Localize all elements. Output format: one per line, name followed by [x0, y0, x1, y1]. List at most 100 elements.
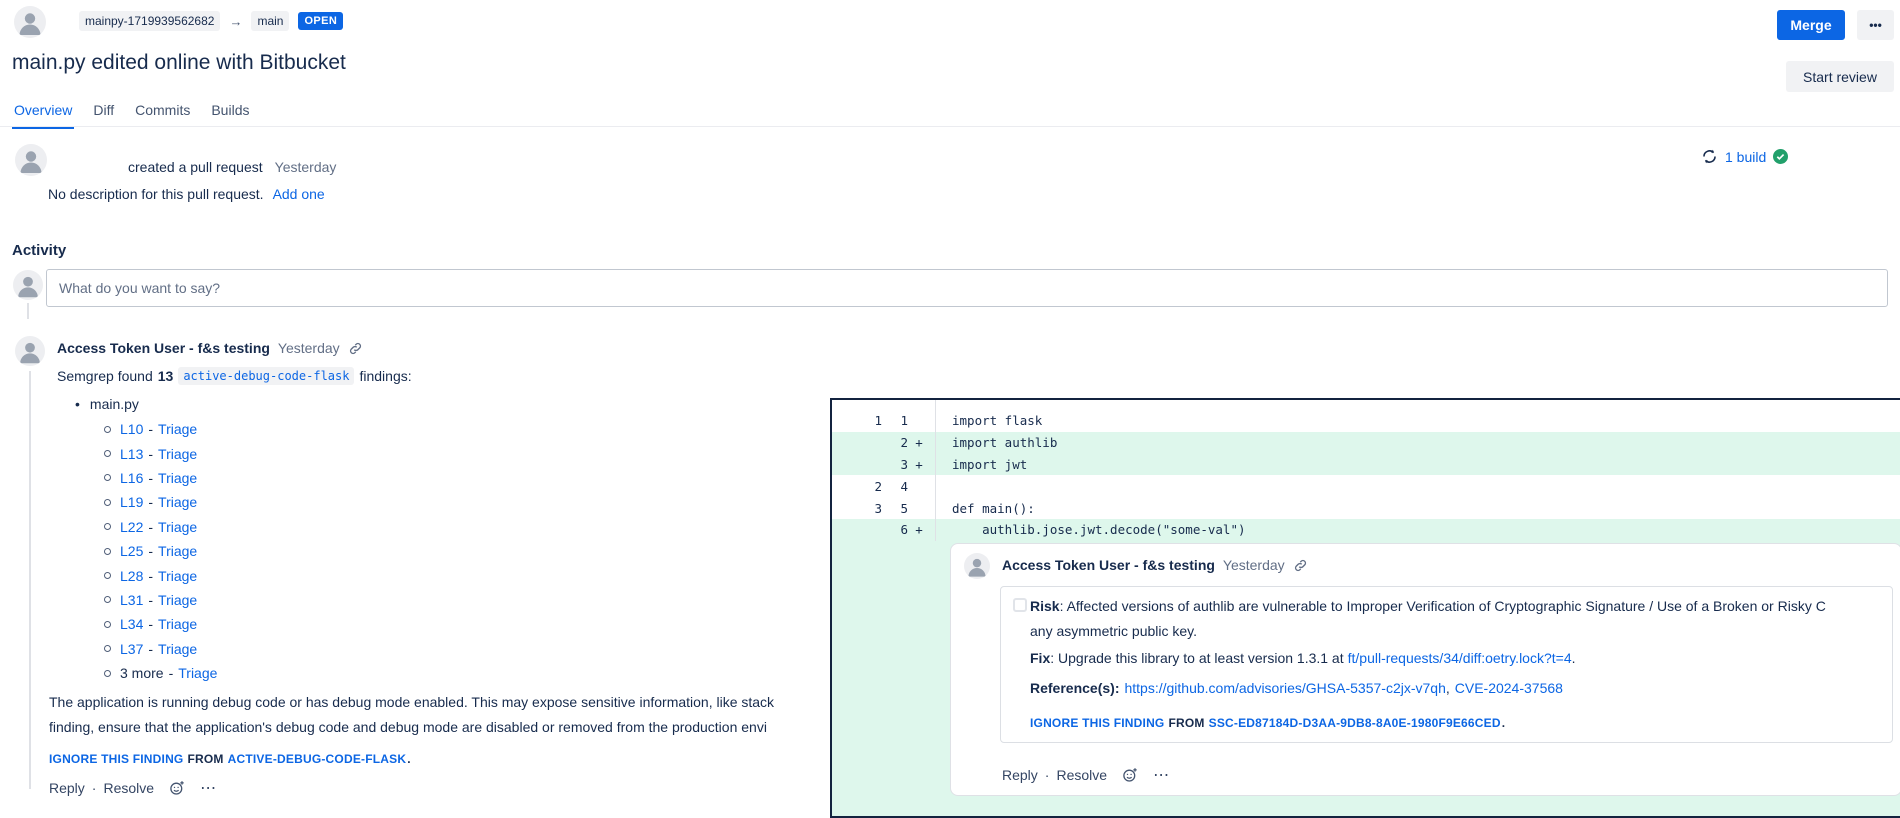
finding-line-link[interactable]: L22 — [120, 519, 143, 535]
pr-tabs: Overview Diff Commits Builds — [12, 102, 251, 129]
diff-lines: 1 1 import flask 2 + import authlib 3 + … — [832, 410, 1900, 541]
inline-comment-actions-row: Reply · Resolve ⋯ — [1002, 765, 1170, 785]
tab-diff[interactable]: Diff — [91, 102, 116, 129]
finding-line-link[interactable]: L34 — [120, 616, 143, 632]
permalink-icon[interactable] — [348, 341, 363, 356]
finding-description: The application is running debug code or… — [49, 690, 774, 740]
code-text: import authlib — [930, 435, 1057, 450]
new-line-number: 5 — [882, 501, 908, 516]
finding-separator: - — [148, 592, 153, 608]
finding-line-link[interactable]: L37 — [120, 641, 143, 657]
finding-line-link[interactable]: L25 — [120, 543, 143, 559]
status-badge: OPEN — [298, 12, 343, 30]
diff-line-row[interactable]: 2 4 — [832, 475, 1900, 497]
add-reaction-icon[interactable] — [1122, 767, 1138, 783]
diff-line-row[interactable]: 2 + import authlib — [832, 432, 1900, 454]
inline-comment-timestamp: Yesterday — [1223, 557, 1285, 573]
inline-comment-author: Access Token User - f&s testing — [1002, 557, 1215, 573]
finding-checkbox[interactable] — [1013, 598, 1027, 612]
reference-link-2[interactable]: CVE-2024-37568 — [1455, 680, 1563, 696]
add-reaction-icon[interactable] — [169, 780, 185, 796]
added-marker: + — [908, 522, 930, 537]
finding-separator: - — [148, 470, 153, 486]
tab-commits[interactable]: Commits — [133, 102, 192, 129]
ignore-rule-link[interactable]: SSC-ED87184D-D3AA-9DB8-8A0E-1980F9E66CED — [1209, 716, 1501, 730]
finding-triage-link[interactable]: Triage — [158, 519, 197, 535]
resolve-link[interactable]: Resolve — [103, 780, 154, 796]
comment-more-icon[interactable]: ⋯ — [200, 778, 217, 798]
finding-list-item: L28 - Triage — [104, 563, 217, 587]
no-description-text: No description for this pull request. — [48, 186, 264, 202]
finding-triage-link[interactable]: Triage — [178, 665, 217, 681]
period: . — [407, 752, 411, 766]
description-line-2: finding, ensure that the application's d… — [49, 715, 774, 740]
reply-link[interactable]: Reply — [49, 780, 85, 796]
fix-link[interactable]: ft/pull-requests/34/diff:oetry.lock?t=4 — [1348, 650, 1572, 666]
hollow-bullet-icon — [104, 450, 111, 457]
comment-input[interactable] — [46, 269, 1888, 307]
more-actions-button[interactable]: ••• — [1857, 10, 1894, 40]
page-title: main.py edited online with Bitbucket — [12, 51, 346, 75]
reply-link[interactable]: Reply — [1002, 767, 1038, 783]
diff-line-row[interactable]: 3 + import jwt — [832, 454, 1900, 476]
tab-overview[interactable]: Overview — [12, 102, 74, 129]
pr-author-avatar — [14, 6, 46, 38]
old-line-number: 3 — [832, 501, 882, 516]
finding-triage-link[interactable]: Triage — [158, 446, 197, 462]
reference-link-1[interactable]: https://github.com/advisories/GHSA-5357-… — [1124, 680, 1445, 696]
fix-label: Fix — [1030, 650, 1050, 666]
finding-triage-link[interactable]: Triage — [158, 641, 197, 657]
old-line-number: 2 — [832, 479, 882, 494]
ignore-finding-link[interactable]: IGNORE THIS FINDING — [1030, 716, 1164, 730]
resolve-link[interactable]: Resolve — [1056, 767, 1107, 783]
thread-connector — [27, 303, 29, 319]
ignore-finding-row: IGNORE THIS FINDING FROM ACTIVE-DEBUG-CO… — [49, 752, 411, 766]
finding-list-item: 3 more - Triage — [104, 661, 217, 685]
comment-author-avatar — [15, 336, 45, 366]
diff-line-row[interactable]: 6 + authlib.jose.jwt.decode("some-val") — [832, 519, 1900, 541]
risk-line: Risk: Affected versions of authlib are v… — [1030, 596, 1892, 616]
finding-line-link[interactable]: L10 — [120, 421, 143, 437]
finding-triage-link[interactable]: Triage — [158, 421, 197, 437]
finding-triage-link[interactable]: Triage — [158, 616, 197, 632]
finding-separator: - — [148, 543, 153, 559]
fix-text: : Upgrade this library to at least versi… — [1050, 650, 1343, 666]
merge-button[interactable]: Merge — [1777, 10, 1845, 40]
finding-line-link[interactable]: L16 — [120, 470, 143, 486]
finding-list-item: L19 - Triage — [104, 490, 217, 514]
finding-list-item: L25 - Triage — [104, 539, 217, 563]
diff-line-row[interactable]: 1 1 import flask — [832, 410, 1900, 432]
comment-more-icon[interactable]: ⋯ — [1153, 765, 1170, 785]
references-line: Reference(s):https://github.com/advisori… — [1030, 678, 1892, 698]
permalink-icon[interactable] — [1293, 558, 1308, 573]
start-review-button[interactable]: Start review — [1786, 61, 1894, 92]
finding-line-link[interactable]: L31 — [120, 592, 143, 608]
build-count-link[interactable]: 1 build — [1725, 149, 1766, 165]
code-text: authlib.jose.jwt.decode("some-val") — [930, 522, 1246, 537]
finding-triage-link[interactable]: Triage — [158, 494, 197, 510]
finding-line-link[interactable]: L28 — [120, 568, 143, 584]
risk-label: Risk — [1030, 598, 1060, 614]
finding-triage-link[interactable]: Triage — [158, 592, 197, 608]
hollow-bullet-icon — [104, 548, 111, 555]
period: . — [1502, 716, 1506, 730]
source-branch-chip[interactable]: mainpy-1719939562682 — [79, 11, 220, 31]
dot-separator: · — [1045, 767, 1050, 783]
finding-line-link[interactable]: 3 more — [120, 665, 164, 681]
ignore-rule-link[interactable]: ACTIVE-DEBUG-CODE-FLASK — [228, 752, 407, 766]
finding-line-link[interactable]: L19 — [120, 494, 143, 510]
add-description-link[interactable]: Add one — [273, 186, 325, 202]
new-line-number: 1 — [882, 413, 908, 428]
finding-triage-link[interactable]: Triage — [158, 568, 197, 584]
diff-line-row[interactable]: 3 5 def main(): — [832, 497, 1900, 519]
tab-builds[interactable]: Builds — [209, 102, 251, 129]
ignore-from-text: FROM — [1168, 716, 1204, 730]
finding-triage-link[interactable]: Triage — [158, 543, 197, 559]
finding-line-link[interactable]: L13 — [120, 446, 143, 462]
builds-refresh-icon[interactable] — [1701, 148, 1718, 165]
target-branch-chip[interactable]: main — [251, 11, 289, 31]
comment-timestamp: Yesterday — [278, 340, 340, 356]
comment-actions-row: Reply · Resolve ⋯ — [49, 778, 217, 798]
ignore-finding-link[interactable]: IGNORE THIS FINDING — [49, 752, 183, 766]
finding-triage-link[interactable]: Triage — [158, 470, 197, 486]
